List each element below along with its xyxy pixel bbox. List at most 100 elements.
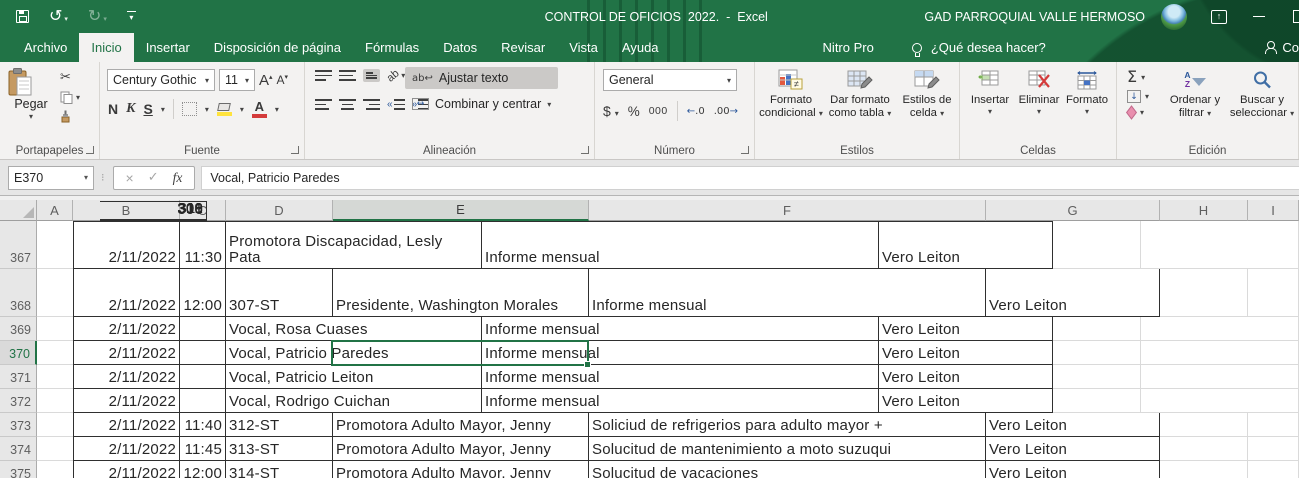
cell-F370[interactable]: Informe mensual (482, 341, 879, 365)
restore-button[interactable] (1293, 10, 1299, 23)
font-size-select[interactable]: 11▾ (219, 69, 255, 91)
increase-decimal-button[interactable]: .00→ (714, 106, 738, 117)
row-header-369[interactable]: 369 (0, 317, 37, 341)
minimize-button[interactable] (1253, 16, 1265, 17)
cell-H369[interactable] (1053, 317, 1141, 341)
cell-D373[interactable]: 312-ST (226, 413, 333, 437)
cell-I372[interactable] (1141, 389, 1299, 413)
column-header-F[interactable]: F (589, 200, 986, 221)
align-bottom-button[interactable] (363, 69, 380, 82)
wrap-text-button[interactable]: ab↩ Ajustar texto (405, 67, 558, 89)
tab-datos[interactable]: Datos (431, 33, 489, 62)
tab-nitro-pro[interactable]: Nitro Pro (811, 33, 886, 62)
cell-E369[interactable]: Vocal, Rosa Cuases (226, 317, 482, 341)
cell-G370[interactable]: Vero Leiton (879, 341, 1053, 365)
decrease-indent-button[interactable]: « (387, 98, 405, 111)
copy-button[interactable]: ▾ (60, 91, 80, 104)
fill-button[interactable]: ↓▾ (1127, 90, 1149, 103)
tell-me-box[interactable]: ¿Qué desea hacer? (912, 33, 1046, 62)
clear-button[interactable]: ▾ (1127, 108, 1149, 117)
cell-I375[interactable] (1248, 461, 1299, 478)
cell-G368[interactable]: Vero Leiton (986, 269, 1160, 317)
tab-vista[interactable]: Vista (557, 33, 610, 62)
cell-G374[interactable]: Vero Leiton (986, 437, 1160, 461)
align-center-button[interactable] (339, 98, 356, 111)
row-header-367[interactable]: 367 (0, 221, 37, 269)
column-header-H[interactable]: H (1160, 200, 1248, 221)
column-header-A[interactable]: A (37, 200, 73, 221)
cell-I373[interactable] (1248, 413, 1299, 437)
cell-B371[interactable]: 2/11/2022 (73, 365, 180, 389)
paste-button[interactable]: Pegar ▾ (7, 67, 55, 122)
format-painter-button[interactable] (60, 110, 73, 123)
tab-disposici-n-de-p-gina[interactable]: Disposición de página (202, 33, 353, 62)
row-header-368[interactable]: 368 (0, 269, 37, 317)
align-top-button[interactable] (315, 69, 332, 82)
cell-I374[interactable] (1248, 437, 1299, 461)
cell-C373[interactable]: 11:40 (180, 413, 226, 437)
dialog-launcher-icon[interactable] (86, 146, 94, 154)
cell-I368[interactable] (1248, 269, 1299, 317)
cell-G375[interactable]: Vero Leiton (986, 461, 1160, 478)
cell-E372[interactable]: Vocal, Rodrigo Cuichan (226, 389, 482, 413)
cell-D368[interactable]: 307-ST (226, 269, 333, 317)
cell-B367[interactable]: 2/11/2022 (73, 221, 180, 269)
account-name[interactable]: GAD PARROQUIAL VALLE HERMOSO (924, 10, 1145, 24)
cell-styles-button[interactable]: Estilos de celda ▾ (896, 68, 958, 121)
borders-button[interactable] (182, 102, 197, 116)
cell-F369[interactable]: Informe mensual (482, 317, 879, 341)
grow-font-button[interactable]: A▴ (259, 72, 273, 89)
cell-F374[interactable]: Solucitud de mantenimiento a moto suzuqu… (589, 437, 986, 461)
tab-insertar[interactable]: Insertar (134, 33, 202, 62)
cell-H373[interactable] (1160, 413, 1248, 437)
fill-color-button[interactable] (217, 103, 232, 116)
find-select-button[interactable]: Buscar y seleccionar ▾ (1229, 68, 1295, 121)
cell-I367[interactable] (1141, 221, 1299, 269)
cell-A371[interactable] (37, 365, 73, 389)
cell-C372[interactable] (180, 389, 226, 413)
select-all-corner[interactable] (0, 200, 37, 221)
cell-F367[interactable]: Informe mensual (482, 221, 879, 269)
ribbon-display-options-icon[interactable]: ↑ (1211, 10, 1227, 24)
cell-C370[interactable] (180, 341, 226, 365)
font-color-button[interactable]: A (252, 100, 267, 118)
cell-F375[interactable]: Solucitud de vacaciones (589, 461, 986, 478)
cell-A369[interactable] (37, 317, 73, 341)
cell-C367[interactable]: 11:30 (180, 221, 226, 269)
chevron-down-icon[interactable]: ▾ (205, 105, 209, 114)
align-middle-button[interactable] (339, 69, 356, 82)
tab-ayuda[interactable]: Ayuda (610, 33, 671, 62)
tab-inicio[interactable]: Inicio (79, 33, 133, 62)
cell-A367[interactable] (37, 221, 73, 269)
row-header-371[interactable]: 371 (0, 365, 37, 389)
row-header-370[interactable]: 370 (0, 341, 37, 365)
cell-A372[interactable] (37, 389, 73, 413)
redo-button[interactable]: ↻▾ (88, 8, 107, 26)
cell-G371[interactable]: Vero Leiton (879, 365, 1053, 389)
customize-qat-button[interactable]: ▾ (127, 11, 136, 22)
cell-C371[interactable] (180, 365, 226, 389)
underline-button[interactable]: S (143, 101, 152, 117)
accounting-format-button[interactable]: $ ▾ (603, 103, 619, 119)
cell-F368[interactable]: Informe mensual (589, 269, 986, 317)
conditional-formatting-button[interactable]: ≠ Formato condicional ▾ (758, 68, 824, 121)
cell-E373[interactable]: Promotora Adulto Mayor, Jenny (333, 413, 589, 437)
cancel-button[interactable]: × (126, 170, 134, 186)
tab-archivo[interactable]: Archivo (12, 33, 79, 62)
align-left-button[interactable] (315, 98, 332, 111)
cell-E367[interactable]: Promotora Discapacidad, Lesly Pata (226, 221, 482, 269)
cell-B370[interactable]: 2/11/2022 (73, 341, 180, 365)
cell-I371[interactable] (1141, 365, 1299, 389)
font-family-select[interactable]: Century Gothic▾ (107, 69, 215, 91)
italic-button[interactable]: K (126, 101, 135, 117)
row-header-373[interactable]: 373 (0, 413, 37, 437)
cell-H372[interactable] (1053, 389, 1141, 413)
cell-B373[interactable]: 2/11/2022 (73, 413, 180, 437)
row-header-374[interactable]: 374 (0, 437, 37, 461)
cell-H371[interactable] (1053, 365, 1141, 389)
tab-revisar[interactable]: Revisar (489, 33, 557, 62)
cell-B369[interactable]: 2/11/2022 (73, 317, 180, 341)
formula-input[interactable]: Vocal, Patricio Paredes (201, 166, 1299, 190)
cell-H375[interactable] (1160, 461, 1248, 478)
cut-button[interactable]: ✂ (60, 70, 71, 85)
